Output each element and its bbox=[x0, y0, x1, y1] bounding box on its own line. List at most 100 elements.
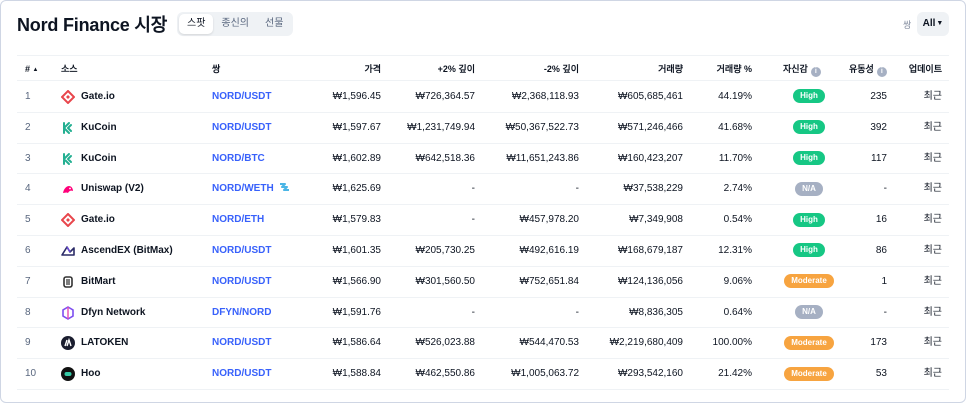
depth-minus-cell: ₩11,651,243.86 bbox=[506, 152, 579, 164]
source-cell[interactable]: LATOKEN bbox=[61, 328, 128, 358]
updated-cell: 최근 bbox=[923, 368, 942, 380]
confidence-badge: Moderate bbox=[784, 335, 834, 350]
price-cell: ₩1,588.84 bbox=[332, 368, 381, 380]
price-cell: ₩1,586.64 bbox=[332, 337, 381, 349]
source-name: Hoo bbox=[81, 368, 101, 380]
pair-link[interactable]: NORD/USDT bbox=[212, 328, 271, 358]
volume-pct-cell: 0.64% bbox=[723, 306, 752, 318]
source-name: KuCoin bbox=[81, 121, 117, 133]
depth-plus-cell: ₩301,560.50 bbox=[415, 275, 476, 287]
confidence-badge: High bbox=[793, 150, 825, 165]
pair-link[interactable]: NORD/USDT bbox=[212, 82, 271, 112]
volume-pct-cell: 9.06% bbox=[723, 275, 752, 287]
table-row: 6 AscendEX (BitMax) NORD/USDT ₩1,601.35 … bbox=[17, 236, 949, 267]
depth-minus-cell: ₩457,978.20 bbox=[519, 214, 580, 226]
table-row: 1 Gate.io NORD/USDT ₩1,596.45 ₩726,364.5… bbox=[17, 82, 949, 113]
pair-link[interactable]: NORD/USDT bbox=[212, 267, 271, 297]
confidence-cell: N/A bbox=[781, 174, 837, 204]
col-price[interactable]: 가격 bbox=[287, 56, 381, 82]
pair-link[interactable]: NORD/WETH bbox=[212, 174, 290, 204]
gate-logo-icon bbox=[61, 90, 75, 104]
price-cell: ₩1,625.69 bbox=[332, 183, 381, 195]
updated-cell: 최근 bbox=[923, 244, 942, 256]
rank-cell: 1 bbox=[25, 91, 31, 102]
page-title: Nord Finance 시장 bbox=[17, 15, 168, 35]
col-source[interactable]: 소스 bbox=[61, 56, 78, 82]
depth-plus-cell: ₩1,231,749.94 bbox=[407, 121, 475, 133]
markets-table-body: 1 Gate.io NORD/USDT ₩1,596.45 ₩726,364.5… bbox=[17, 82, 949, 390]
col-confidence[interactable]: 자신감 i bbox=[783, 56, 821, 82]
volume-pct-cell: 21.42% bbox=[718, 368, 752, 380]
table-row: 10 Hoo NORD/USDT ₩1,588.84 ₩462,550.86 ₩… bbox=[17, 359, 949, 390]
tab-perpetual[interactable]: 종신의 bbox=[213, 14, 257, 34]
source-cell[interactable]: Dfyn Network bbox=[61, 298, 145, 328]
col-updated[interactable]: 업데이트 bbox=[887, 56, 942, 82]
tab-spot[interactable]: 스팟 bbox=[179, 14, 214, 34]
volume-pct-cell: 11.70% bbox=[718, 152, 752, 164]
table-row: 4 Uniswap (V2) NORD/WETH ₩1,625.69 - - ₩… bbox=[17, 174, 949, 206]
sort-up-icon: ▲ bbox=[32, 67, 39, 73]
table-row: 7 BitMart NORD/USDT ₩1,566.90 ₩301,560.5… bbox=[17, 267, 949, 298]
source-name: Dfyn Network bbox=[81, 306, 146, 318]
info-icon[interactable]: i bbox=[810, 67, 821, 77]
volume-pct-cell: 0.54% bbox=[723, 214, 752, 226]
pair-link[interactable]: NORD/USDT bbox=[212, 113, 271, 143]
depth-plus-cell: - bbox=[471, 306, 475, 318]
col-depth-plus[interactable]: +2% 깊이 bbox=[387, 56, 475, 82]
table-row: 3 KuCoin NORD/BTC ₩1,602.89 ₩642,518.36 … bbox=[17, 144, 949, 175]
source-cell[interactable]: AscendEX (BitMax) bbox=[61, 236, 173, 266]
hoo-logo-icon bbox=[61, 367, 75, 382]
source-cell[interactable]: KuCoin bbox=[61, 113, 117, 143]
markets-header: Nord Finance 시장 스팟 종신의 선물 쌍 All▼ bbox=[1, 1, 965, 45]
source-name: Gate.io bbox=[81, 91, 115, 102]
rank-cell: 4 bbox=[25, 183, 31, 195]
pair-link[interactable]: NORD/ETH bbox=[212, 205, 264, 235]
depth-minus-cell: ₩50,367,522.73 bbox=[505, 121, 579, 133]
confidence-cell: High bbox=[781, 82, 837, 112]
source-cell[interactable]: Gate.io bbox=[61, 82, 115, 112]
source-name: Uniswap (V2) bbox=[81, 183, 144, 195]
liquidity-cell: 53 bbox=[875, 368, 887, 380]
table-row: 5 Gate.io NORD/ETH ₩1,579.83 - ₩457,978.… bbox=[17, 205, 949, 236]
confidence-cell: N/A bbox=[781, 298, 837, 328]
col-depth-minus[interactable]: -2% 깊이 bbox=[479, 56, 579, 82]
pair-link[interactable]: DFYN/NORD bbox=[212, 298, 271, 328]
volume-cell: ₩160,423,207 bbox=[617, 152, 683, 164]
col-volume-pct[interactable]: 거래량 % bbox=[687, 56, 752, 82]
pair-filter-dropdown[interactable]: All▼ bbox=[917, 12, 949, 36]
info-icon[interactable]: i bbox=[876, 67, 887, 77]
source-cell[interactable]: BitMart bbox=[61, 267, 115, 297]
volume-cell: ₩293,542,160 bbox=[617, 368, 683, 380]
confidence-cell: Moderate bbox=[781, 359, 837, 389]
pair-link[interactable]: NORD/USDT bbox=[212, 236, 271, 266]
col-liquidity[interactable]: 유동성 i bbox=[849, 56, 887, 82]
confidence-cell: Moderate bbox=[781, 328, 837, 358]
tab-futures[interactable]: 선물 bbox=[257, 14, 291, 34]
kucoin-logo-icon bbox=[61, 152, 75, 166]
table-header: # ▲ 소스 쌍 가격 +2% 깊이 -2% 깊이 거래량 거래량 % 자신감 i… bbox=[17, 55, 949, 81]
confidence-badge: High bbox=[793, 120, 825, 135]
volume-cell: ₩571,246,466 bbox=[617, 121, 683, 133]
liquidity-cell: - bbox=[883, 306, 887, 318]
rank-cell: 3 bbox=[25, 152, 31, 164]
source-cell[interactable]: Gate.io bbox=[61, 205, 115, 235]
col-pair[interactable]: 쌍 bbox=[212, 56, 220, 82]
depth-plus-cell: ₩462,550.86 bbox=[415, 368, 476, 380]
source-cell[interactable]: Hoo bbox=[61, 359, 100, 389]
pair-link[interactable]: NORD/USDT bbox=[212, 359, 271, 389]
volume-cell: ₩8,836,305 bbox=[629, 306, 683, 318]
pair-link[interactable]: NORD/BTC bbox=[212, 144, 265, 174]
depth-minus-cell: ₩492,616.19 bbox=[519, 244, 580, 256]
price-cell: ₩1,597.67 bbox=[332, 121, 381, 133]
depth-plus-cell: ₩726,364.57 bbox=[415, 91, 476, 102]
depth-plus-cell: ₩205,730.25 bbox=[415, 244, 476, 256]
col-volume[interactable]: 거래량 bbox=[583, 56, 683, 82]
source-cell[interactable]: Uniswap (V2) bbox=[61, 174, 144, 204]
depth-minus-cell: - bbox=[575, 183, 579, 195]
liquidity-cell: 392 bbox=[870, 121, 887, 133]
depth-plus-cell: - bbox=[471, 183, 475, 195]
liquidity-cell: 235 bbox=[870, 91, 887, 102]
source-cell[interactable]: KuCoin bbox=[61, 144, 117, 174]
depth-plus-cell: ₩526,023.88 bbox=[415, 337, 476, 349]
col-rank[interactable]: # ▲ bbox=[25, 56, 38, 82]
